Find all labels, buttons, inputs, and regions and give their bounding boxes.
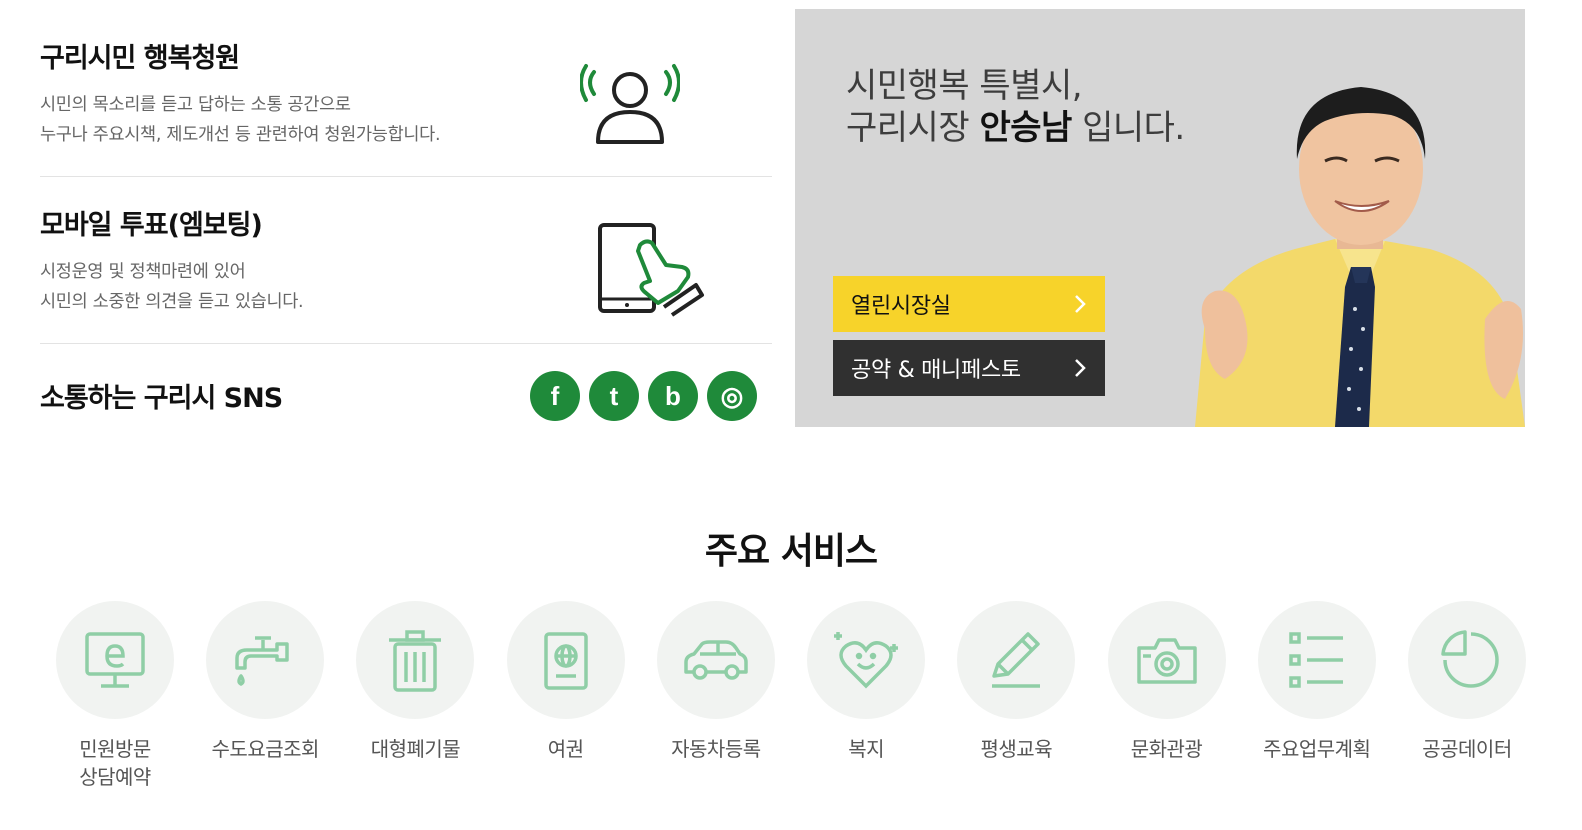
petition-title[interactable]: 구리시민 행복청원: [40, 36, 240, 75]
mvoting-desc-line2: 시민의 소중한 의견을 듣고 있습니다.: [40, 292, 304, 312]
petition-section[interactable]: 구리시민 행복청원 시민의 목소리를 듣고 답하는 소통 공간으로 누구나 주요…: [40, 0, 772, 177]
e-monitor-icon: [85, 632, 145, 688]
service-label: 여권: [547, 737, 584, 761]
service-icon-circle: [1257, 601, 1376, 719]
service-vehicle-registration[interactable]: 자동차등록: [656, 601, 775, 791]
service-icon-circle: [206, 601, 325, 719]
service-icon-circle: [807, 601, 926, 719]
mayor-name: 안승남: [979, 108, 1072, 148]
sns-section: 소통하는 구리시 SNS f t b ◎: [40, 344, 772, 440]
service-label: 민원방문 상담예약: [79, 737, 151, 789]
service-lifelong-education[interactable]: 평생교육: [957, 601, 1076, 791]
pie-chart-icon: [1441, 630, 1499, 688]
person-broadcast-icon: [580, 64, 680, 144]
instagram-button[interactable]: ◎: [707, 371, 757, 421]
sns-buttons: f t b ◎: [530, 371, 757, 421]
service-welfare[interactable]: 복지: [807, 601, 926, 791]
list-icon: [1289, 632, 1343, 688]
twitter-icon: t: [609, 380, 619, 411]
services-list: 민원방문 상담예약 수도요금조회 대형폐기물 여권 자동차등록 복지 평생교육 …: [56, 601, 1526, 791]
mayor-greeting-line2: 구리시장 안승남 입니다.: [846, 107, 1185, 149]
service-label: 수도요금조회: [211, 737, 320, 761]
chevron-right-icon: [1075, 295, 1086, 313]
service-icon-circle: [1407, 601, 1526, 719]
open-mayor-office-button[interactable]: 열린시장실: [833, 276, 1105, 332]
instagram-icon: ◎: [720, 380, 744, 411]
chevron-right-icon: [1075, 359, 1086, 377]
service-label: 복지: [848, 737, 884, 761]
mvoting-desc-line1: 시정운영 및 정책마련에 있어: [40, 262, 246, 282]
service-work-plan[interactable]: 주요업무계획: [1257, 601, 1376, 791]
pencil-icon: [992, 632, 1041, 688]
mayor-greeting: 시민행복 특별시, 구리시장 안승남 입니다.: [846, 65, 1185, 149]
mayor-banner: 시민행복 특별시, 구리시장 안승남 입니다. 열린시장실 공약 & 매니페스토: [795, 9, 1525, 427]
service-icon-circle: [56, 601, 174, 719]
blog-icon: b: [665, 380, 681, 411]
petition-desc-line2: 누구나 주요시책, 제도개선 등 관련하여 청원가능합니다.: [40, 125, 441, 145]
service-public-data[interactable]: 공공데이터: [1407, 601, 1526, 791]
mvoting-section[interactable]: 모바일 투표(엠보팅) 시정운영 및 정책마련에 있어 시민의 소중한 의견을 …: [40, 177, 772, 344]
blog-button[interactable]: b: [648, 371, 698, 421]
tablet-touch-icon: [598, 223, 704, 317]
heart-smile-icon: [834, 632, 899, 689]
mayor-greeting-line1: 시민행복 특별시,: [846, 66, 1083, 106]
petition-desc-line1: 시민의 목소리를 듣고 답하는 소통 공간으로: [40, 95, 351, 115]
passport-icon: [543, 632, 588, 690]
service-passport[interactable]: 여권: [506, 601, 625, 791]
service-label: 대형폐기물: [370, 737, 461, 761]
mayor-photo: [1195, 87, 1525, 427]
left-info-panel: 구리시민 행복청원 시민의 목소리를 듣고 답하는 소통 공간으로 누구나 주요…: [40, 0, 772, 440]
service-label: 자동차등록: [671, 737, 761, 761]
service-icon-circle: [356, 601, 475, 719]
service-icon-circle: [1107, 601, 1226, 719]
service-icon-circle: [656, 601, 775, 719]
service-label: 평생교육: [980, 737, 1053, 761]
camera-icon: [1136, 638, 1197, 684]
service-culture-tourism[interactable]: 문화관광: [1107, 601, 1226, 791]
service-water-fee[interactable]: 수도요금조회: [206, 601, 325, 791]
mvoting-title[interactable]: 모바일 투표(엠보팅): [40, 203, 263, 242]
twitter-button[interactable]: t: [589, 371, 639, 421]
mayor-greeting-prefix: 구리시장: [846, 108, 980, 148]
service-icon-circle: [957, 601, 1076, 719]
sns-title: 소통하는 구리시 SNS: [40, 383, 283, 414]
facebook-button[interactable]: f: [530, 371, 580, 421]
facebook-icon: f: [550, 380, 560, 411]
petition-description: 시민의 목소리를 듣고 답하는 소통 공간으로 누구나 주요시책, 제도개선 등…: [40, 90, 441, 150]
services-title: 주요 서비스: [704, 531, 878, 572]
trash-can-icon: [389, 630, 442, 692]
service-label: 공공데이터: [1422, 737, 1512, 761]
service-civil-appointment[interactable]: 민원방문 상담예약: [56, 601, 174, 791]
car-icon: [684, 640, 748, 680]
mvoting-description: 시정운영 및 정책마련에 있어 시민의 소중한 의견을 듣고 있습니다.: [40, 257, 304, 317]
pledge-manifesto-button[interactable]: 공약 & 매니페스토: [833, 340, 1105, 396]
service-bulk-waste[interactable]: 대형폐기물: [356, 601, 475, 791]
service-icon-circle: [506, 601, 625, 719]
service-label: 주요업무계획: [1263, 737, 1371, 761]
mayor-greeting-suffix: 입니다.: [1071, 108, 1185, 148]
service-label: 문화관광: [1130, 737, 1203, 761]
pledge-manifesto-label: 공약 & 매니페스토: [851, 358, 1021, 383]
open-mayor-office-label: 열린시장실: [851, 294, 951, 319]
faucet-icon: [235, 636, 289, 686]
